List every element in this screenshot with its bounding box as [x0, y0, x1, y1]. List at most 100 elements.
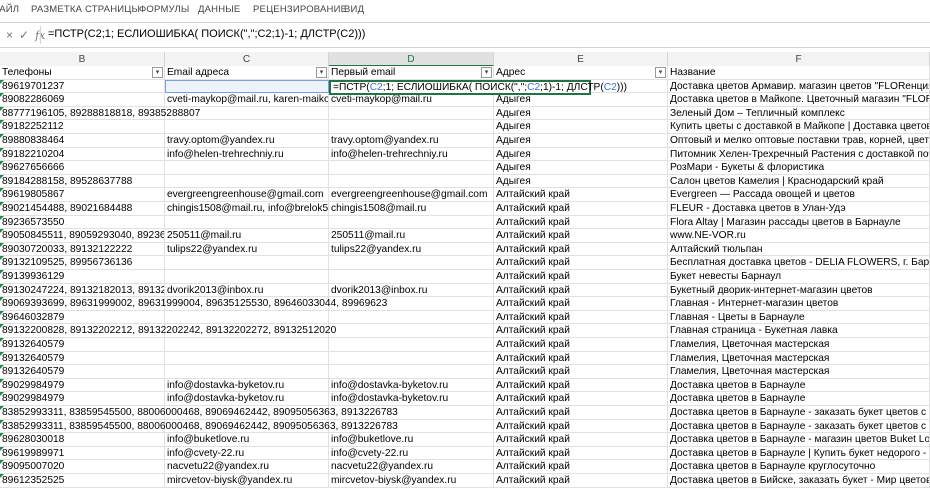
cell-address[interactable]: Алтайский край — [494, 202, 668, 216]
cell-phones[interactable]: 89132640579 — [0, 365, 165, 379]
cell-emails[interactable]: travy.optom@yandex.ru — [165, 134, 329, 148]
cell-phones[interactable]: 89132200828, 89132202212, 89132202242, 8… — [0, 324, 336, 338]
header-cell-name[interactable]: Название — [668, 66, 930, 80]
cell-first-email[interactable] — [329, 256, 494, 270]
cell-first-email[interactable] — [329, 270, 494, 284]
cell-first-email[interactable] — [329, 310, 494, 325]
cell-emails[interactable]: tulips22@yandex.ru — [165, 242, 329, 257]
tab-data[interactable]: ДАННЫЕ — [198, 4, 240, 15]
filter-dropdown-icon[interactable]: ▾ — [152, 67, 163, 78]
cell-address[interactable]: Адыгея — [494, 161, 668, 175]
cell-first-email[interactable]: cveti-maykop@mail.ru — [329, 93, 494, 107]
header-cell-address[interactable]: Адрес ▾ — [494, 66, 668, 80]
cell-first-email[interactable]: dvorik2013@inbox.ru — [329, 283, 494, 298]
cell-phones[interactable]: 89139936129 — [0, 270, 165, 284]
cell-emails[interactable]: info@helen-trehrechniy.ru — [165, 147, 329, 162]
cell-phones[interactable]: 89619989971 — [0, 446, 165, 461]
cell-address[interactable]: Алтайский край — [494, 283, 668, 298]
cell-emails[interactable] — [165, 215, 329, 230]
cell-name[interactable]: www.NE-VOR.ru — [668, 229, 930, 243]
cell-emails[interactable] — [165, 338, 329, 352]
cell-phones[interactable]: 89029984979 — [0, 378, 165, 393]
cell-address[interactable]: Алтайский край — [494, 242, 668, 257]
cell-address[interactable]: Адыгея — [494, 120, 668, 134]
tab-formulas[interactable]: ФОРМУЛЫ — [139, 4, 190, 15]
cell-name[interactable]: Доставка цветов в Барнауле — [668, 378, 930, 393]
cell-emails[interactable]: evergreengreenhouse@gmail.com — [165, 188, 329, 202]
cell-first-email[interactable]: info@buketlove.ru — [329, 433, 494, 447]
cell-name[interactable]: Доставка цветов Армавир. магазин цветов … — [668, 79, 930, 94]
cell-phones[interactable]: 89612352525 — [0, 474, 165, 488]
cell-name[interactable]: Главная - Интернет-магазин цветов — [668, 297, 930, 311]
column-header-c[interactable]: C — [165, 52, 329, 67]
cell-first-email[interactable]: nacvetu22@yandex.ru — [329, 460, 494, 474]
cell-address[interactable]: Алтайский край — [494, 365, 668, 379]
cell-first-email[interactable] — [329, 351, 494, 366]
cell-name[interactable]: Гламелия, Цветочная мастерская — [668, 351, 930, 366]
cell-name[interactable]: Гламелия, Цветочная мастерская — [668, 338, 930, 352]
header-cell-first-email[interactable]: Первый email ▾ — [329, 66, 494, 80]
tab-review[interactable]: РЕЦЕНЗИРОВАНИЕ — [253, 4, 347, 15]
cell-name[interactable]: Доставка цветов в Барнауле - заказать бу… — [668, 419, 930, 434]
cell-emails[interactable] — [165, 270, 329, 284]
cell-name[interactable]: Доставка цветов в Майкопе. Цветочный маг… — [668, 93, 930, 107]
cell-name[interactable]: Evergreen — Рассада овощей и цветов — [668, 188, 930, 202]
cell-first-email[interactable]: evergreengreenhouse@gmail.com — [329, 188, 494, 202]
cell-emails[interactable]: cveti-maykop@mail.ru, karen-maikop — [165, 93, 329, 107]
cell-emails[interactable]: info@dostavka-byketov.ru — [165, 378, 329, 393]
cell-phones[interactable]: 89029984979 — [0, 392, 165, 406]
cell-address[interactable]: Адыгея — [494, 174, 668, 189]
cell-name[interactable]: Оптовый и мелко оптовые поставки трав, к… — [668, 134, 930, 148]
cell-first-email[interactable]: info@cvety-22.ru — [329, 446, 494, 461]
cell-phones[interactable]: 89646032879 — [0, 310, 165, 325]
cell-name[interactable]: Питомник Хелен-Трехречный Растения с дос… — [668, 147, 930, 162]
tab-view[interactable]: ВИД — [344, 4, 364, 15]
cell-emails[interactable]: info@buketlove.ru — [165, 433, 329, 447]
cell-emails[interactable]: dvorik2013@inbox.ru — [165, 283, 329, 298]
cell-emails[interactable] — [165, 256, 329, 270]
cell-address[interactable]: Алтайский край — [494, 351, 668, 366]
cell-emails[interactable] — [165, 79, 329, 94]
cell-first-email[interactable]: mircvetov-biysk@yandex.ru — [329, 474, 494, 488]
cell-name[interactable]: FLEUR - Доставка цветов в Улан-Удэ — [668, 202, 930, 216]
cell-first-email[interactable]: chingis1508@mail.ru — [329, 202, 494, 216]
cell-phones[interactable]: 89095007020 — [0, 460, 165, 474]
cell-phones[interactable]: 89619805867 — [0, 188, 165, 202]
cell-phones[interactable]: 83852993311, 83859545500, 88006000468, 8… — [0, 419, 398, 434]
cell-first-email[interactable]: info@helen-trehrechniy.ru — [329, 147, 494, 162]
cell-phones[interactable]: 89880838464 — [0, 134, 165, 148]
cell-address[interactable]: Адыгея — [494, 134, 668, 148]
cell-name[interactable]: Доставка цветов в Барнауле - заказать бу… — [668, 406, 930, 420]
cell-phones[interactable]: 89132109525, 89956736136 — [0, 256, 165, 270]
header-cell-phones[interactable]: Телефоны ▾ — [0, 66, 165, 80]
cell-address[interactable]: Алтайский край — [494, 392, 668, 406]
cell-emails[interactable] — [165, 365, 329, 379]
cell-name[interactable]: РозМари - Букеты & флористика — [668, 161, 930, 175]
cell-address[interactable]: Алтайский край — [494, 229, 668, 243]
cell-name[interactable]: Доставка цветов в Барнауле - магазин цве… — [668, 433, 930, 447]
cell-emails[interactable] — [165, 351, 329, 366]
cell-name[interactable]: Доставка цветов в Барнауле круглосуточно — [668, 460, 930, 474]
cell-first-email[interactable] — [329, 161, 494, 175]
cell-address[interactable]: Алтайский край — [494, 297, 668, 311]
cell-address[interactable]: Адыгея — [494, 93, 668, 107]
cell-name[interactable]: Салон цветов Камелия | Краснодарский кра… — [668, 174, 930, 189]
cell-name[interactable]: Букетный дворик-интернет-магазин цветов — [668, 283, 930, 298]
tab-file[interactable]: ФАЙЛ — [0, 4, 19, 15]
cell-name[interactable]: Букет невесты Барнаул — [668, 270, 930, 284]
cell-name[interactable]: Купить цветы с доставкой в Майкопе | Дос… — [668, 120, 930, 134]
cell-name[interactable]: Главная страница - Букетная лавка — [668, 324, 930, 338]
cell-phones[interactable]: 89132640579 — [0, 338, 165, 352]
column-header-e[interactable]: E — [494, 52, 668, 67]
cell-emails[interactable] — [165, 120, 329, 134]
cell-phones[interactable]: 89627656666 — [0, 161, 165, 175]
cell-name[interactable]: Алтайский тюльпан — [668, 242, 930, 257]
cell-phones[interactable]: 89628030018 — [0, 433, 165, 447]
cell-phones[interactable]: 89130247224, 89132182013, 89132200117 — [0, 283, 165, 298]
cell-emails[interactable] — [165, 161, 329, 175]
column-header-d[interactable]: D — [329, 52, 494, 67]
cell-phones[interactable]: 89182210204 — [0, 147, 165, 162]
cancel-icon[interactable]: × — [6, 28, 13, 42]
cell-address[interactable]: Адыгея — [494, 147, 668, 162]
cell-phones[interactable]: 89030720033, 89132122222 — [0, 242, 165, 257]
